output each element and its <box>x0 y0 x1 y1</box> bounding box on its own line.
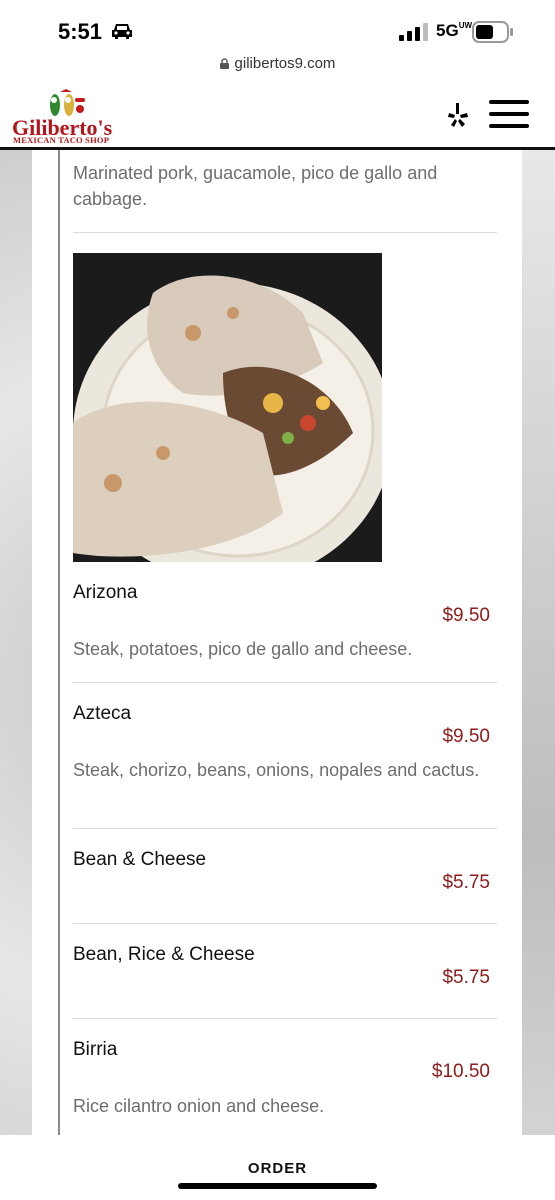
site-header: Giliberto's MEXICAN TACO SHOP <box>0 84 555 150</box>
yelp-icon[interactable] <box>448 102 468 128</box>
signal-icon <box>399 23 428 41</box>
network-label: 5GUW <box>436 21 473 40</box>
menu-item-description: Steak, chorizo, beans, onions, nopales a… <box>73 760 480 780</box>
divider <box>73 682 497 683</box>
menu-item-name: Azteca <box>73 703 132 724</box>
menu-item-price: $5.75 <box>442 872 490 893</box>
url-text: gilibertos9.com <box>234 55 336 72</box>
address-bar[interactable]: gilibertos9.com <box>0 55 555 72</box>
menu-item-name: Birria <box>73 1039 118 1060</box>
divider <box>73 828 497 829</box>
home-indicator[interactable] <box>178 1183 377 1189</box>
car-icon <box>112 24 132 39</box>
menu-item-price: $5.75 <box>442 967 490 988</box>
divider <box>73 923 497 924</box>
menu-item-name: Bean & Cheese <box>73 849 207 870</box>
status-bar: 5:51 5GUW gilibertos9.com <box>0 0 555 85</box>
menu-item-description: Steak, potatoes, pico de gallo and chees… <box>73 639 413 659</box>
status-time: 5:51 <box>58 19 103 44</box>
order-button[interactable]: ORDER <box>0 1160 555 1177</box>
battery-icon <box>472 21 513 43</box>
menu-item-name: Arizona <box>73 582 138 603</box>
menu-item-price: $9.50 <box>442 605 490 626</box>
menu-item-price: $10.50 <box>431 1061 490 1082</box>
lock-icon <box>219 58 229 69</box>
hamburger-menu-icon[interactable] <box>489 100 529 130</box>
divider <box>73 232 497 233</box>
card-left-border <box>58 150 60 1135</box>
menu-item-name: Bean, Rice & Cheese <box>73 944 255 965</box>
logo-subtitle: MEXICAN TACO SHOP <box>13 135 110 145</box>
divider <box>73 1018 497 1019</box>
previous-item-description: Marinated pork, guacamole, pico de gallo… <box>73 163 438 209</box>
arizona-burrito-photo <box>73 253 382 562</box>
menu-item-description: Rice cilantro onion and cheese. <box>73 1096 325 1116</box>
menu-item-price: $9.50 <box>442 726 490 747</box>
